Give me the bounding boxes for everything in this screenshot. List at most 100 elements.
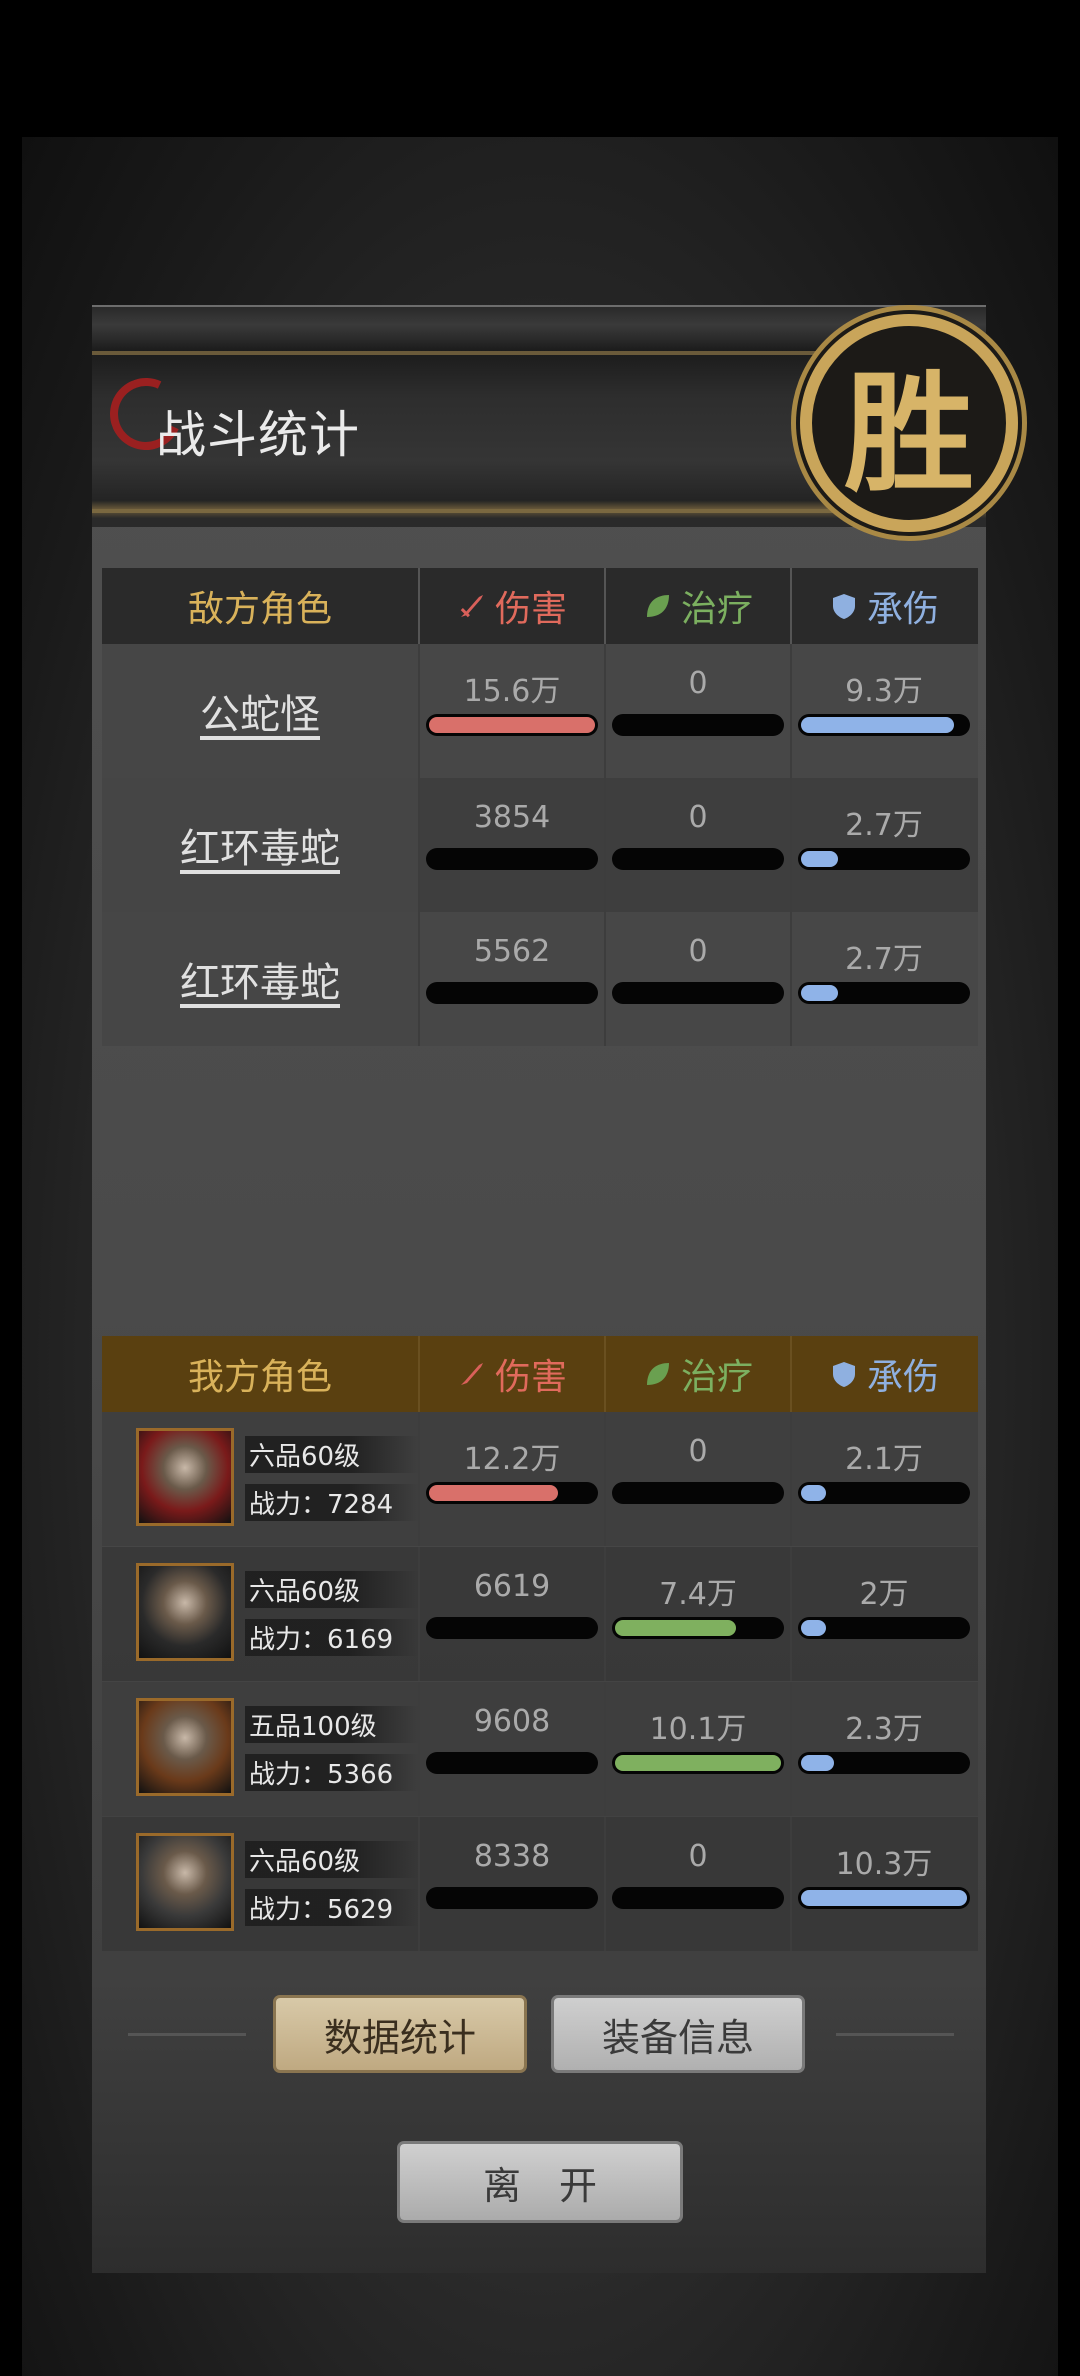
hero-avatar[interactable]: [136, 1698, 234, 1796]
ally-row: 六品60级 战力：5629 8338 0 10.3万: [102, 1817, 978, 1951]
page-title: 战斗统计: [156, 406, 360, 464]
stats-button[interactable]: 数据统计: [276, 1998, 524, 2070]
heal-value: 0: [688, 800, 708, 835]
equipment-button[interactable]: 装备信息: [554, 1998, 802, 2070]
hero-avatar[interactable]: [136, 1833, 234, 1931]
heal-bar: [612, 848, 784, 870]
sword-icon: [460, 1363, 483, 1385]
heal-value: 7.4万: [659, 1577, 737, 1612]
heal-cell: 0: [604, 778, 790, 912]
heal-label: 治疗: [680, 1357, 753, 1398]
heal-bar: [612, 982, 784, 1004]
heal-value: 0: [688, 666, 708, 701]
hero-power: 战力：5366: [245, 1754, 419, 1791]
tank-value: 2.1万: [845, 1442, 923, 1477]
enemy-name-link[interactable]: 公蛇怪: [102, 644, 418, 778]
tank-cell: 2.3万: [790, 1682, 976, 1816]
damage-bar-fill: [429, 717, 595, 733]
heal-cell: 0: [604, 1817, 790, 1951]
hero-info: 六品60级战力：7284: [102, 1412, 419, 1546]
hero-rank: 五品100级: [245, 1706, 419, 1743]
tank-bar-fill: [801, 1755, 835, 1771]
heal-bar-fill: [615, 1755, 781, 1771]
heal-label: 治疗: [680, 589, 753, 630]
damage-value: 8338: [473, 1839, 551, 1874]
hero-power: 战力：7284: [245, 1484, 419, 1521]
damage-value: 15.6万: [463, 674, 561, 709]
damage-value: 3854: [473, 800, 551, 835]
heal-bar: [612, 1482, 784, 1504]
shield-icon: [832, 1362, 855, 1387]
tank-bar: [798, 1887, 970, 1909]
tank-bar: [798, 982, 970, 1004]
tank-value: 2.7万: [845, 942, 923, 977]
heal-bar: [612, 714, 784, 736]
tank-bar-fill: [801, 717, 954, 733]
damage-column-header: 伤害: [418, 568, 604, 644]
leaf-icon: [646, 1363, 669, 1385]
hero-avatar[interactable]: [136, 1563, 234, 1661]
tank-bar: [798, 714, 970, 736]
divider-left: [128, 2033, 246, 2036]
damage-cell: 9608: [418, 1682, 604, 1816]
hero-rank: 六品60级: [245, 1571, 419, 1608]
tank-cell: 2万: [790, 1547, 976, 1681]
tank-value: 10.3万: [835, 1847, 933, 1882]
damage-bar: [426, 1482, 598, 1504]
tank-label: 承伤: [866, 589, 939, 630]
tank-cell: 10.3万: [790, 1817, 976, 1951]
enemy-name-link[interactable]: 红环毒蛇: [102, 778, 418, 912]
tank-cell: 2.1万: [790, 1412, 976, 1546]
damage-value: 6619: [473, 1569, 551, 1604]
damage-label: 伤害: [494, 1357, 567, 1398]
damage-bar: [426, 848, 598, 870]
hero-info: 六品60级 战力：6169: [102, 1547, 419, 1681]
damage-bar: [426, 1752, 598, 1774]
enemy-row: 红环毒蛇 3854 0 2.7万: [102, 778, 978, 912]
leave-button[interactable]: 离 开: [400, 2144, 680, 2220]
heal-cell: 0: [604, 644, 790, 778]
hero-rank: 六品60级: [245, 1841, 419, 1878]
tank-value: 2.7万: [845, 808, 923, 843]
damage-value: 12.2万: [463, 1442, 561, 1477]
heal-value: 10.1万: [649, 1712, 747, 1747]
heal-cell: 10.1万: [604, 1682, 790, 1816]
tank-bar-fill: [801, 1620, 826, 1636]
ally-header: 我方角色 伤害 治疗 承伤: [102, 1336, 978, 1412]
ally-row: 五品100级 战力：5366 9608 10.1万 2.3万: [102, 1682, 978, 1816]
damage-value: 9608: [473, 1704, 551, 1739]
tank-column-header: 承伤: [790, 1336, 976, 1412]
heal-value: 0: [688, 934, 708, 969]
damage-value: 5562: [473, 934, 551, 969]
heal-bar: [612, 1752, 784, 1774]
sword-icon: [460, 595, 483, 618]
enemy-header: 敌方角色 伤害 治疗 承伤: [102, 568, 978, 644]
tank-bar-fill: [801, 851, 838, 867]
heal-cell: 0: [604, 912, 790, 1046]
heal-bar: [612, 1617, 784, 1639]
heal-column-header: 治疗: [604, 568, 790, 644]
hero-info: 五品100级 战力：5366: [102, 1682, 419, 1816]
hero-rank: 六品60级: [245, 1436, 419, 1473]
heal-value: 0: [688, 1839, 708, 1874]
damage-bar: [426, 982, 598, 1004]
ally-row: 六品60级 战力：6169 6619 7.4万 2万: [102, 1547, 978, 1681]
victory-seal: 胜: [800, 314, 1018, 532]
tank-column-header: 承伤: [790, 568, 976, 644]
ally-header-label: 我方角色: [187, 1357, 332, 1398]
tank-bar: [798, 848, 970, 870]
damage-bar: [426, 1887, 598, 1909]
heal-value: 0: [688, 1434, 708, 1469]
tank-value: 2万: [859, 1577, 909, 1612]
tank-cell: 2.7万: [790, 778, 976, 912]
tank-value: 2.3万: [845, 1712, 923, 1747]
tank-bar-fill: [801, 1485, 826, 1501]
enemy-name-link[interactable]: 红环毒蛇: [102, 912, 418, 1046]
hero-avatar[interactable]: [136, 1428, 234, 1526]
enemy-row: 公蛇怪 15.6万 0 9.3万: [102, 644, 978, 778]
damage-bar: [426, 714, 598, 736]
shield-icon: [832, 594, 855, 619]
damage-bar-fill: [429, 1485, 559, 1501]
ally-row: 六品60级战力：7284 12.2万 0 2.1万: [102, 1412, 978, 1546]
damage-cell: 6619: [418, 1547, 604, 1681]
